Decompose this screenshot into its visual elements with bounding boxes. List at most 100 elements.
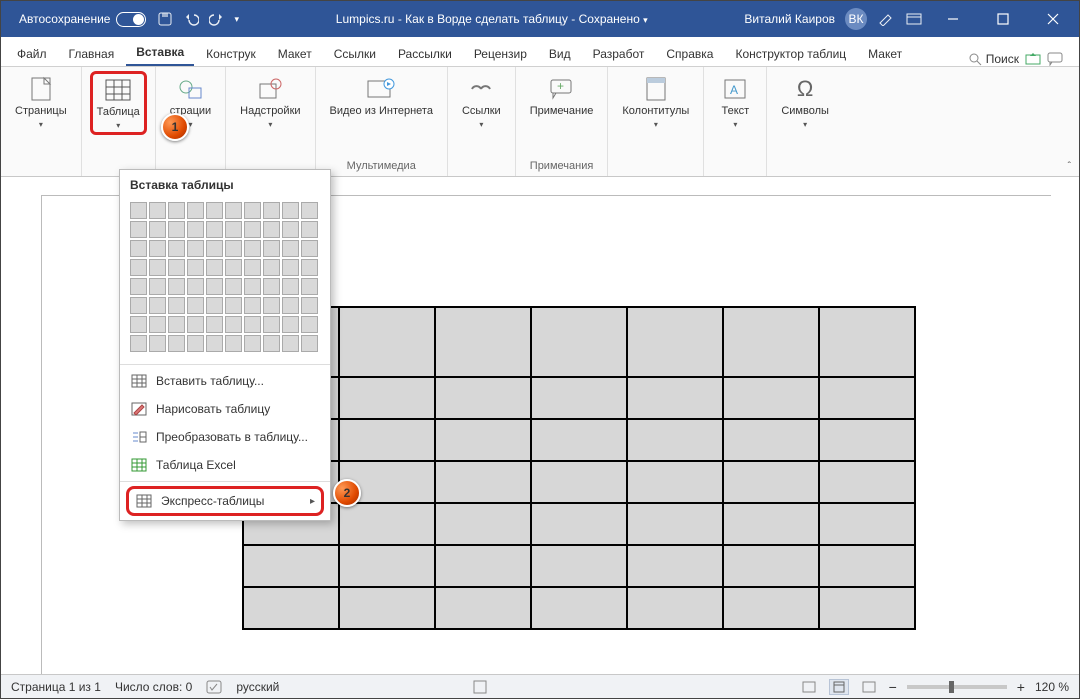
tab-file[interactable]: Файл [7, 41, 57, 66]
tab-layout[interactable]: Макет [268, 41, 322, 66]
maximize-button[interactable] [983, 4, 1023, 34]
grid-cell[interactable] [244, 259, 261, 276]
grid-cell[interactable] [225, 278, 242, 295]
grid-cell[interactable] [149, 202, 166, 219]
grid-cell[interactable] [263, 278, 280, 295]
grid-cell[interactable] [301, 259, 318, 276]
online-video-button[interactable]: Видео из Интернета [324, 71, 439, 122]
grid-cell[interactable] [168, 278, 185, 295]
grid-cell[interactable] [282, 202, 299, 219]
minimize-button[interactable] [933, 4, 973, 34]
grid-cell[interactable] [225, 221, 242, 238]
grid-cell[interactable] [206, 259, 223, 276]
toggle-switch-icon[interactable] [116, 12, 146, 27]
symbols-button[interactable]: Ω Символы ▾ [775, 71, 835, 133]
grid-cell[interactable] [149, 278, 166, 295]
links-button[interactable]: Ссылки ▾ [456, 71, 507, 133]
grid-cell[interactable] [187, 297, 204, 314]
grid-cell[interactable] [244, 202, 261, 219]
grid-cell[interactable] [149, 335, 166, 352]
grid-cell[interactable] [206, 240, 223, 257]
close-button[interactable] [1033, 4, 1073, 34]
grid-cell[interactable] [206, 202, 223, 219]
grid-cell[interactable] [244, 335, 261, 352]
word-count[interactable]: Число слов: 0 [115, 680, 192, 694]
grid-cell[interactable] [282, 297, 299, 314]
grid-cell[interactable] [225, 259, 242, 276]
grid-cell[interactable] [282, 259, 299, 276]
grid-cell[interactable] [225, 335, 242, 352]
menu-insert-table[interactable]: Вставить таблицу... [120, 367, 330, 395]
grid-cell[interactable] [244, 221, 261, 238]
search-button[interactable]: Поиск [968, 52, 1019, 66]
grid-cell[interactable] [244, 240, 261, 257]
ribbon-display-icon[interactable] [905, 10, 923, 28]
grid-cell[interactable] [301, 278, 318, 295]
tab-developer[interactable]: Разработ [583, 41, 655, 66]
undo-icon[interactable] [182, 10, 200, 28]
grid-cell[interactable] [206, 221, 223, 238]
zoom-in-button[interactable]: + [1017, 679, 1025, 695]
menu-convert-to-table[interactable]: Преобразовать в таблицу... [120, 423, 330, 451]
menu-draw-table[interactable]: Нарисовать таблицу [120, 395, 330, 423]
grid-cell[interactable] [263, 335, 280, 352]
grid-cell[interactable] [206, 316, 223, 333]
spellcheck-icon[interactable] [206, 680, 222, 694]
grid-cell[interactable] [282, 335, 299, 352]
grid-cell[interactable] [206, 278, 223, 295]
grid-cell[interactable] [263, 316, 280, 333]
grid-cell[interactable] [149, 297, 166, 314]
grid-cell[interactable] [244, 316, 261, 333]
grid-cell[interactable] [263, 259, 280, 276]
accessibility-icon[interactable] [473, 680, 487, 694]
grid-cell[interactable] [187, 202, 204, 219]
grid-cell[interactable] [225, 202, 242, 219]
autosave-toggle[interactable]: Автосохранение [19, 12, 146, 27]
grid-cell[interactable] [130, 240, 147, 257]
grid-cell[interactable] [301, 221, 318, 238]
grid-cell[interactable] [149, 221, 166, 238]
grid-cell[interactable] [282, 240, 299, 257]
redo-icon[interactable] [208, 10, 226, 28]
addins-button[interactable]: Надстройки ▾ [234, 71, 306, 133]
grid-cell[interactable] [130, 202, 147, 219]
tab-design[interactable]: Конструк [196, 41, 266, 66]
comment-button[interactable]: + Примечание [524, 71, 600, 122]
grid-cell[interactable] [301, 335, 318, 352]
page-indicator[interactable]: Страница 1 из 1 [11, 680, 101, 694]
grid-cell[interactable] [187, 316, 204, 333]
pages-button[interactable]: Страницы ▾ [9, 71, 73, 133]
grid-cell[interactable] [187, 221, 204, 238]
saved-caret-icon[interactable]: ▾ [643, 15, 648, 25]
grid-cell[interactable] [206, 335, 223, 352]
grid-cell[interactable] [130, 259, 147, 276]
grid-cell[interactable] [282, 278, 299, 295]
grid-cell[interactable] [168, 240, 185, 257]
grid-cell[interactable] [225, 316, 242, 333]
menu-quick-tables[interactable]: Экспресс-таблицы ▸ [126, 486, 324, 516]
share-button[interactable] [1025, 52, 1041, 66]
tab-review[interactable]: Рецензир [464, 41, 537, 66]
collapse-ribbon-icon[interactable]: ˆ [1068, 161, 1071, 172]
grid-cell[interactable] [130, 297, 147, 314]
grid-cell[interactable] [263, 240, 280, 257]
tab-table-layout[interactable]: Макет [858, 41, 912, 66]
tab-mailings[interactable]: Рассылки [388, 41, 462, 66]
grid-cell[interactable] [301, 316, 318, 333]
grid-cell[interactable] [168, 297, 185, 314]
grid-cell[interactable] [168, 335, 185, 352]
grid-cell[interactable] [263, 221, 280, 238]
document-table[interactable] [242, 306, 916, 630]
grid-cell[interactable] [301, 297, 318, 314]
zoom-out-button[interactable]: − [889, 679, 897, 695]
grid-cell[interactable] [301, 202, 318, 219]
grid-cell[interactable] [187, 278, 204, 295]
table-grid-picker[interactable] [120, 198, 330, 362]
grid-cell[interactable] [168, 316, 185, 333]
tab-view[interactable]: Вид [539, 41, 581, 66]
text-button[interactable]: A Текст ▾ [712, 71, 758, 133]
grid-cell[interactable] [130, 278, 147, 295]
grid-cell[interactable] [225, 297, 242, 314]
view-web-icon[interactable] [859, 679, 879, 695]
grid-cell[interactable] [263, 297, 280, 314]
